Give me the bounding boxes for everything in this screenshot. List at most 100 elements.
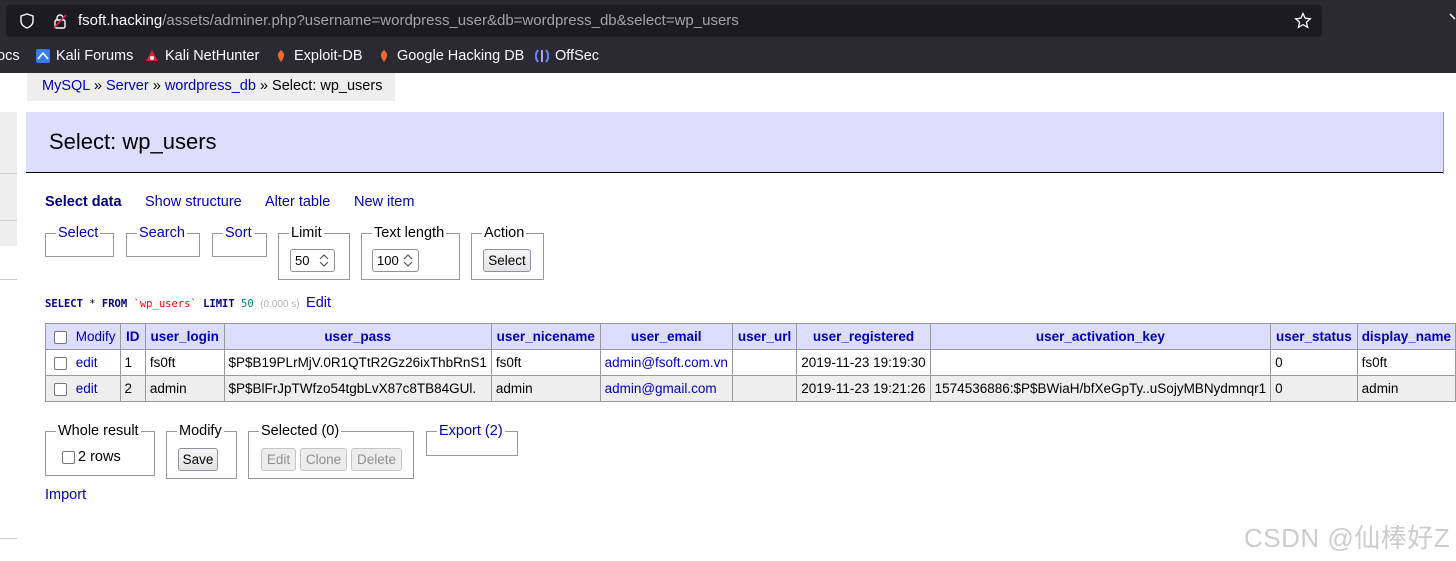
toolbar-overflow-icon[interactable] [1446, 8, 1456, 34]
breadcrumb-current: Select: wp_users [272, 78, 383, 94]
menu-select-data[interactable]: Select data [45, 194, 122, 210]
cell-user-status: 0 [1270, 349, 1358, 376]
sort-link[interactable]: Sort [225, 225, 252, 241]
bookmark-star-icon[interactable] [1294, 12, 1312, 30]
cell-user-registered: 2019-11-23 19:21:26 [796, 375, 931, 402]
cell-user-pass: $P$BlFrJpTWfzo54tgbLvX87c8TB84GUl. [223, 375, 492, 402]
import-link[interactable]: Import [45, 487, 86, 503]
cell-user-nicename: admin [490, 375, 601, 402]
cell-user-status: 0 [1270, 375, 1358, 402]
breadcrumb-server[interactable]: Server [106, 78, 149, 94]
menu-show-structure[interactable]: Show structure [145, 194, 242, 210]
limit-input[interactable]: 50 [290, 249, 335, 272]
whole-result-label: 2 rows [78, 449, 121, 465]
export-link[interactable]: Export (2) [439, 423, 503, 439]
browser-toolbar: fsoft.hacking/assets/adminer.php?usernam… [0, 0, 1456, 42]
column-header-user-status[interactable]: user_status [1270, 323, 1358, 350]
cell-user-url [731, 375, 798, 402]
menu-alter-table[interactable]: Alter table [265, 194, 330, 210]
cell-id: 1 [119, 349, 146, 376]
watermark-text: CSDN @仙棒好Z [1244, 523, 1451, 553]
nethunter-icon [146, 50, 158, 61]
bookmark-google-hacking-db[interactable]: Google Hacking DB [377, 48, 524, 64]
row-actions-cell: edit [45, 349, 121, 376]
cell-display-name: admin [1356, 375, 1456, 402]
column-header-id[interactable]: ID [119, 323, 146, 350]
cell-user-email: admin@fsoft.com.vn [599, 349, 733, 376]
bookmark-exploit-db[interactable]: Exploit-DB [274, 48, 363, 64]
cell-user-email: admin@gmail.com [599, 375, 733, 402]
row-edit-link[interactable]: edit [76, 381, 98, 396]
column-header-user-registered[interactable]: user_registered [796, 323, 931, 350]
cell-id: 2 [119, 375, 146, 402]
bookmark-kali-nethunter[interactable]: Kali NetHunter [145, 48, 259, 64]
cell-user-activation-key: 1574536886:$P$BWiaH/bfXeGpTy..uSojyMBNyd… [929, 375, 1272, 402]
breadcrumb-database[interactable]: wordpress_db [165, 78, 256, 94]
row-edit-link[interactable]: edit [76, 355, 98, 370]
url-text[interactable]: fsoft.hacking/assets/adminer.php?usernam… [78, 12, 739, 29]
bookmark-offsec[interactable]: OffSec [535, 48, 599, 64]
column-header-user-email[interactable]: user_email [599, 323, 733, 350]
breadcrumb: MySQL » Server » wordpress_db » Select: … [27, 73, 395, 101]
results-table: Modify ID user_login user_pass user_nice… [45, 323, 1456, 402]
sql-keyword: FROM [101, 298, 128, 310]
address-bar[interactable]: fsoft.hacking/assets/adminer.php?usernam… [6, 5, 1322, 37]
modify-header-label: Modify [75, 329, 116, 344]
offsec-icon [535, 49, 549, 63]
delete-selected-button[interactable]: Delete [351, 448, 402, 471]
breadcrumb-mysql[interactable]: MySQL [42, 78, 90, 94]
email-link[interactable]: admin@fsoft.com.vn [605, 355, 728, 370]
insecure-lock-icon[interactable] [52, 13, 68, 29]
text-length-input[interactable]: 100 [372, 249, 419, 272]
row-actions-cell: edit [45, 375, 121, 402]
row-checkbox[interactable] [54, 356, 67, 370]
sort-fieldset: Sort [212, 225, 267, 257]
action-legend: Action [484, 225, 525, 241]
edit-selected-button[interactable]: Edit [261, 448, 296, 471]
edit-query-link[interactable]: Edit [306, 295, 331, 311]
bookmark-label: OffSec [555, 48, 600, 64]
column-header-user-pass[interactable]: user_pass [223, 323, 492, 350]
table-row: edit 2 admin $P$BlFrJpTWfzo54tgbLvX87c8T… [45, 375, 1456, 402]
select-submit-button[interactable]: Select [483, 249, 531, 272]
cell-user-login: admin [144, 375, 225, 402]
select-all-checkbox[interactable] [54, 330, 67, 344]
menu-new-item[interactable]: New item [354, 194, 414, 210]
column-header-user-url[interactable]: user_url [731, 323, 798, 350]
sql-limit: 50 [241, 298, 254, 310]
sql-keyword: LIMIT [203, 298, 235, 310]
whole-result-option[interactable]: 2 rows [62, 449, 121, 465]
sidebar-band [0, 112, 17, 246]
divider [0, 538, 17, 539]
bookmark-label: Google Hacking DB [397, 48, 525, 64]
modify-header[interactable]: Modify [45, 323, 121, 350]
bookmark-docs[interactable]: ocs [0, 48, 20, 64]
modify-legend: Modify [179, 423, 222, 439]
column-header-user-login[interactable]: user_login [144, 323, 225, 350]
column-header-display-name[interactable]: display_name [1356, 323, 1456, 350]
tracking-shield-icon[interactable] [19, 13, 35, 29]
spinner-icon[interactable] [317, 252, 331, 269]
selected-legend: Selected (0) [261, 423, 340, 439]
whole-result-checkbox[interactable] [62, 450, 75, 464]
divider [0, 173, 17, 174]
email-link[interactable]: admin@gmail.com [605, 381, 717, 396]
cell-display-name: fs0ft [1356, 349, 1456, 376]
save-button[interactable]: Save [178, 448, 218, 471]
bookmark-kali-forums[interactable]: Kali Forums [36, 48, 133, 64]
table-header-row: Modify ID user_login user_pass user_nice… [45, 323, 1456, 350]
select-columns-link[interactable]: Select [58, 225, 98, 241]
clone-selected-button[interactable]: Clone [300, 448, 347, 471]
row-checkbox[interactable] [54, 382, 67, 396]
search-fieldset: Search [126, 225, 200, 257]
export-fieldset: Export (2) [426, 423, 518, 456]
column-header-user-nicename[interactable]: user_nicename [490, 323, 601, 350]
spinner-icon[interactable] [401, 252, 415, 269]
bookmark-label: Exploit-DB [294, 48, 363, 64]
cell-user-url [731, 349, 798, 376]
search-link[interactable]: Search [139, 225, 185, 241]
bookmarks-bar: ocs Kali Forums Kali NetHunter Exploit-D… [0, 42, 1456, 73]
page-header: Select: wp_users [26, 112, 1444, 173]
bookmark-label: Kali Forums [56, 48, 134, 64]
column-header-user-activation-key[interactable]: user_activation_key [929, 323, 1272, 350]
